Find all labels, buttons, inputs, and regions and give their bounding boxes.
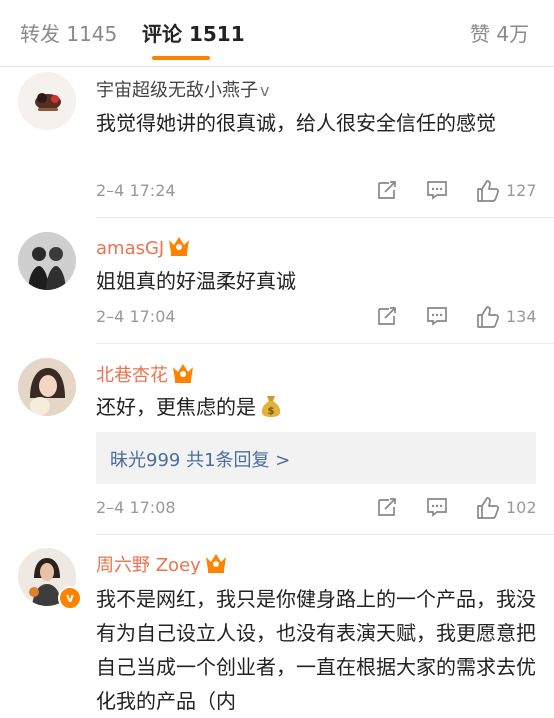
- tab-likes-count: 4万: [496, 22, 530, 46]
- repost-button[interactable]: [376, 179, 398, 201]
- like-count: 134: [506, 307, 537, 326]
- tab-reposts-count: 1145: [66, 22, 118, 46]
- thumbs-up-icon: [477, 306, 499, 328]
- repost-icon: [378, 181, 396, 199]
- verified-badge: v: [260, 81, 270, 100]
- vip-crown-icon: [204, 552, 228, 579]
- comment-username[interactable]: amasGJ: [96, 235, 191, 262]
- comment-icon: [427, 307, 447, 326]
- reply-preview[interactable]: 昧光999 共1条回复 >: [96, 432, 536, 484]
- tab-comments[interactable]: 评论 1511: [142, 18, 245, 47]
- username-text: 宇宙超级无敌小燕子: [96, 80, 258, 101]
- comment-text: 还好，更焦虑的是: [96, 395, 256, 419]
- verified-badge: v: [58, 586, 82, 610]
- comment-text: 姐姐真的好温柔好真诚: [96, 269, 296, 293]
- avatar-photo-icon: [18, 232, 76, 290]
- comment-time: 2–4 17:24: [96, 181, 176, 200]
- avatar[interactable]: [18, 72, 76, 130]
- tabs-divider: [0, 66, 554, 67]
- comment-username[interactable]: 周六野 Zoey: [96, 551, 228, 579]
- repost-icon: [378, 498, 396, 516]
- comment-icon: [427, 181, 447, 200]
- tab-comments-count: 1511: [188, 22, 245, 46]
- like-count: 127: [506, 181, 537, 200]
- comment-icon: [427, 498, 447, 517]
- username-text: amasGJ: [96, 238, 165, 259]
- thumbs-up-icon: [477, 180, 499, 202]
- username-text: 北巷杏花: [96, 365, 168, 386]
- comment-time: 2–4 17:04: [96, 307, 176, 326]
- tab-comments-label: 评论: [142, 22, 182, 46]
- comment-username[interactable]: 北巷杏花: [96, 361, 195, 389]
- comment-text-row: 还好，更焦虑的是 $: [96, 390, 536, 428]
- comment-button[interactable]: [426, 305, 448, 327]
- comment-tabs: 转发 1145 评论 1511 赞 4万: [0, 0, 554, 67]
- svg-text:$: $: [268, 406, 275, 417]
- avatar[interactable]: [18, 232, 76, 290]
- reply-link[interactable]: 昧光999 共1条回复 >: [110, 446, 290, 472]
- avatar-photo-icon: [18, 358, 76, 416]
- comment-meta: 2–4 17:24 127: [96, 179, 538, 203]
- avatar-illustration-icon: [18, 72, 76, 130]
- comment-divider: [96, 217, 554, 218]
- thumbs-up-icon: [477, 497, 499, 519]
- comment-username[interactable]: 宇宙超级无敌小燕子 v: [96, 76, 269, 102]
- like-count: 102: [506, 498, 537, 517]
- active-tab-indicator: [152, 56, 210, 60]
- comment-divider: [96, 343, 554, 344]
- money-bag-icon: $: [260, 394, 282, 428]
- comment-text: 我觉得她讲的很真诚，给人很安全信任的感觉: [96, 111, 496, 135]
- tab-reposts[interactable]: 转发 1145: [20, 18, 117, 47]
- comment-meta: 2–4 17:08 102: [96, 496, 538, 520]
- comment-button[interactable]: [426, 496, 448, 518]
- vip-crown-icon: [167, 235, 191, 262]
- username-text: 周六野 Zoey: [96, 555, 201, 576]
- tab-reposts-label: 转发: [20, 22, 60, 46]
- repost-button[interactable]: [376, 305, 398, 327]
- comment-text: 我不是网红，我只是你健身路上的一个产品，我没有为自己设立人设，也没有表演天赋，我…: [96, 587, 536, 713]
- repost-button[interactable]: [376, 496, 398, 518]
- repost-icon: [378, 307, 396, 325]
- comment-button[interactable]: [426, 179, 448, 201]
- comment-divider: [96, 534, 554, 535]
- comment-meta: 2–4 17:04 134: [96, 305, 538, 329]
- avatar[interactable]: [18, 358, 76, 416]
- comment-time: 2–4 17:08: [96, 498, 176, 517]
- tab-likes-label: 赞: [470, 22, 490, 46]
- tab-likes[interactable]: 赞 4万: [470, 18, 529, 47]
- vip-crown-icon: [171, 362, 195, 389]
